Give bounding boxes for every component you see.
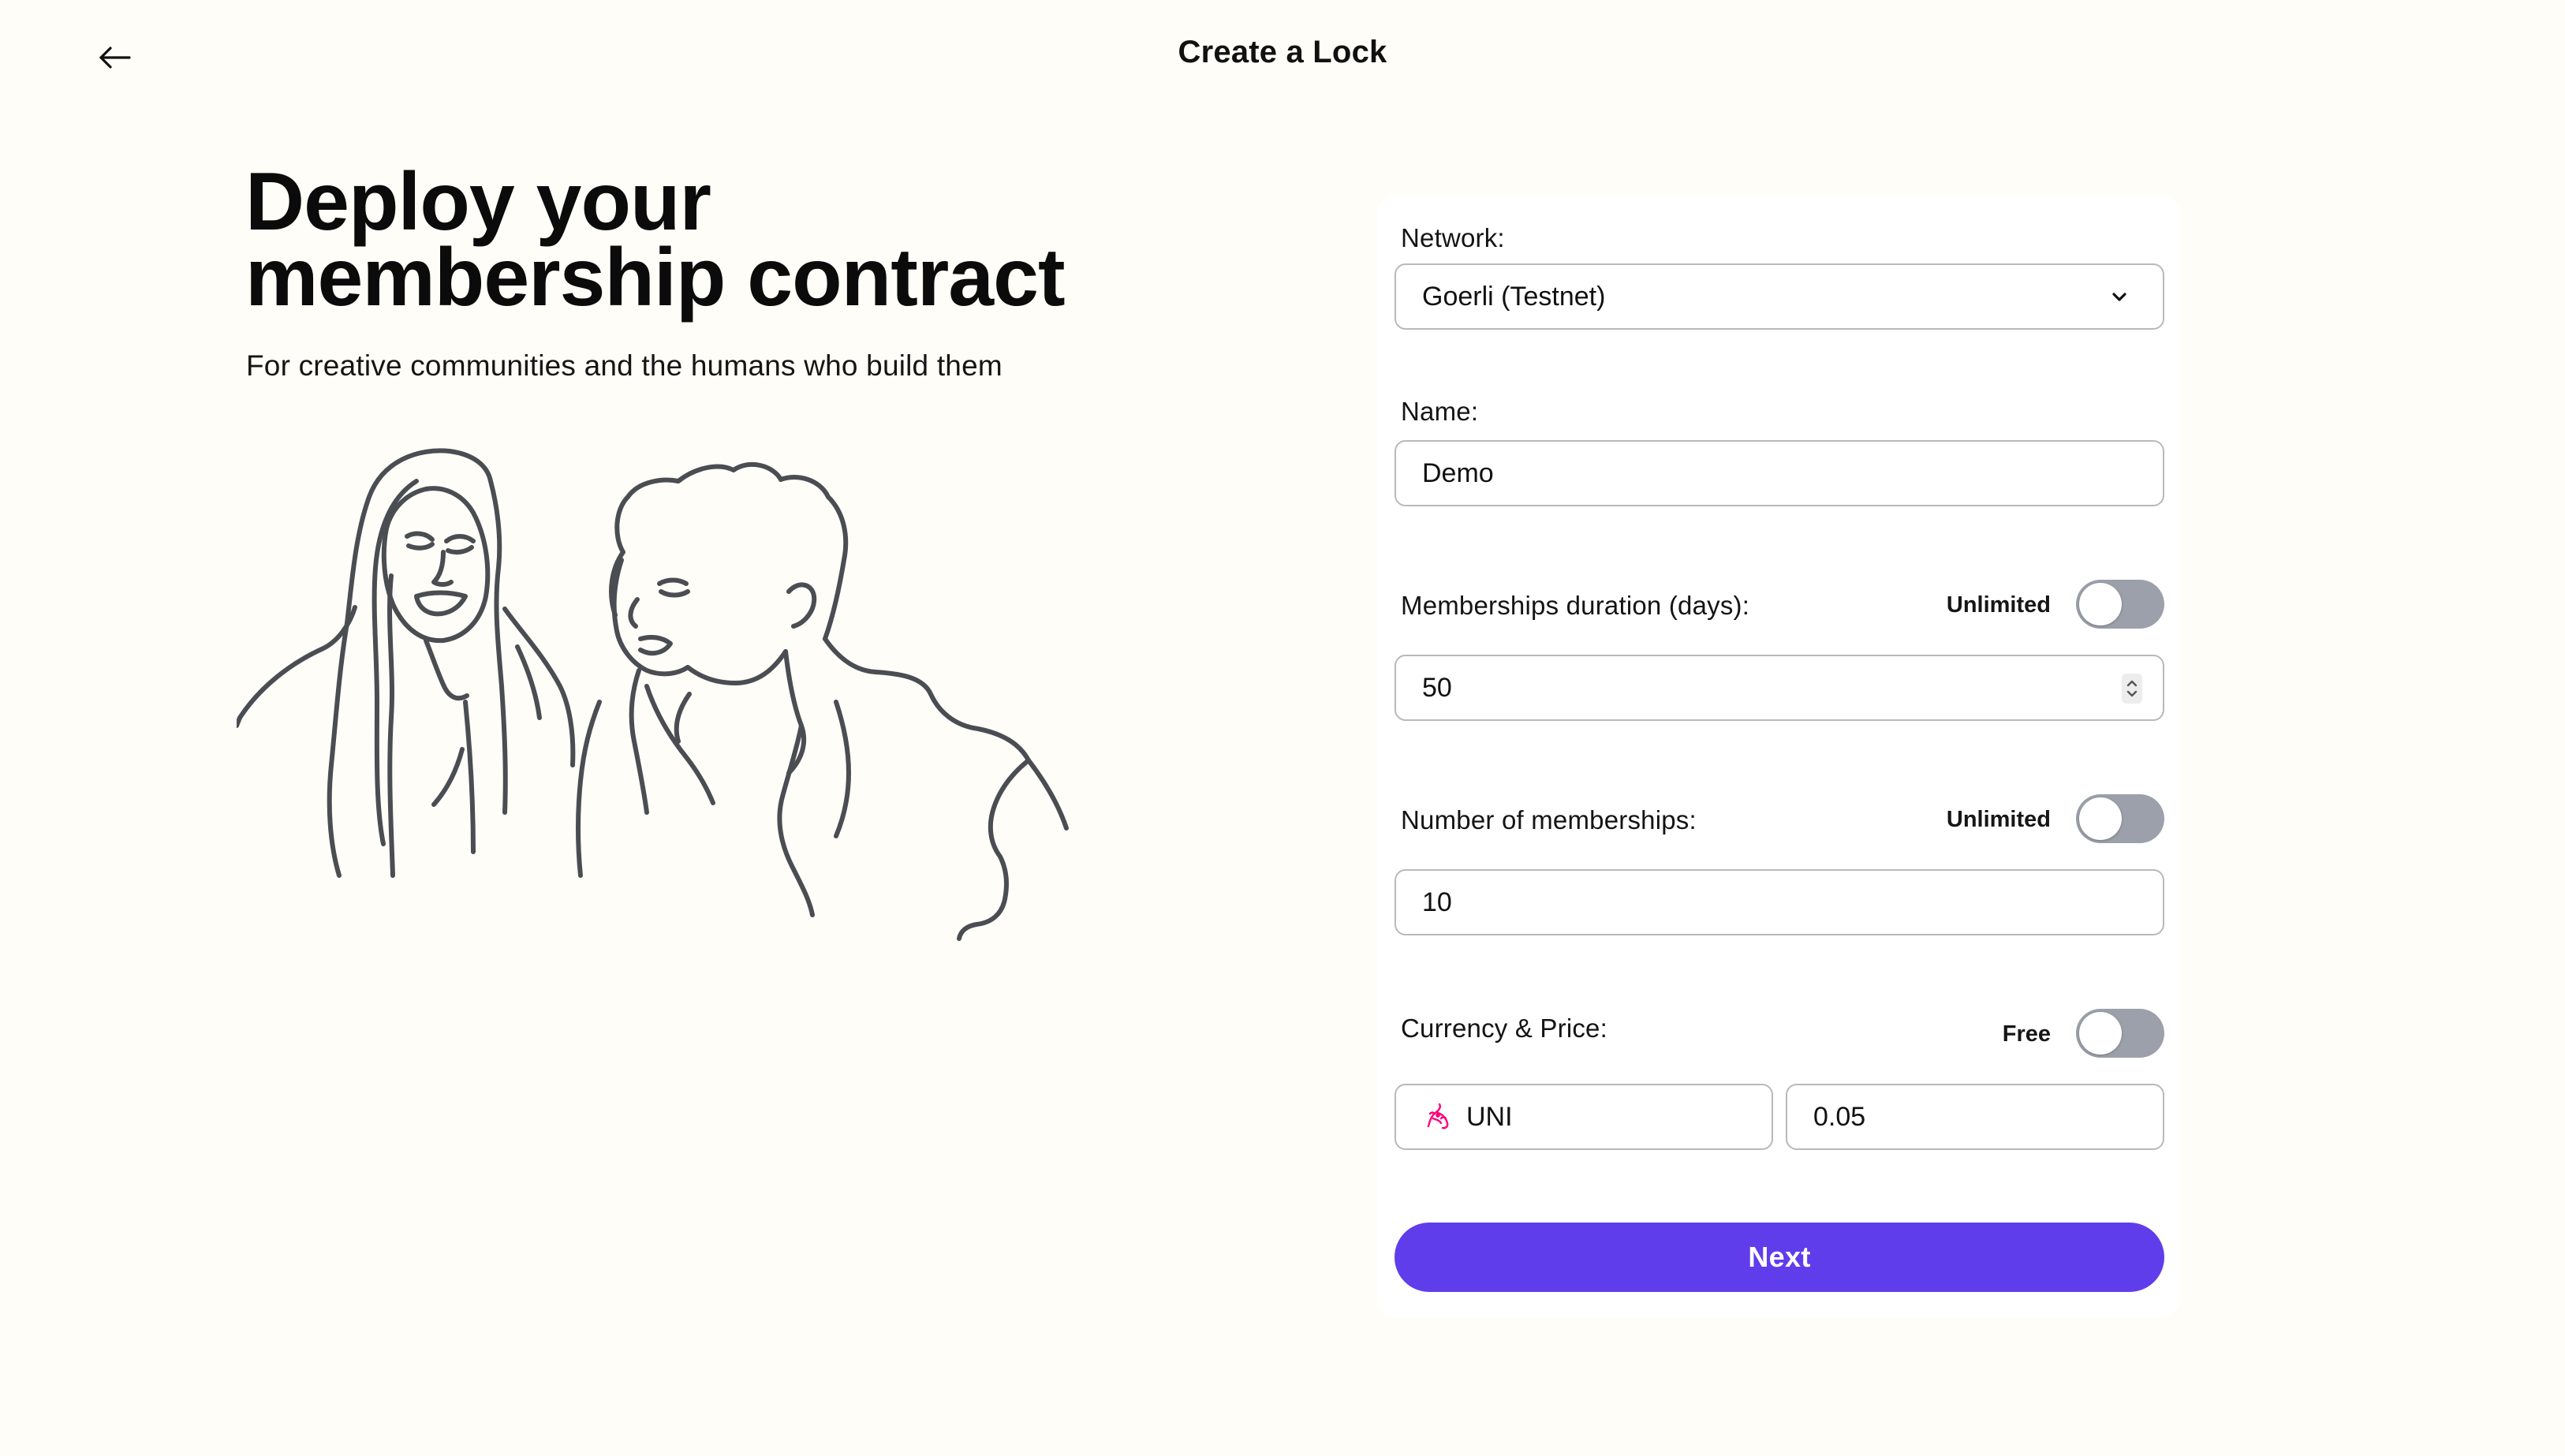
hero-heading: Deploy your membership contract	[245, 156, 1113, 323]
quantity-label: Number of memberships:	[1401, 805, 1697, 834]
duration-unlimited-toggle[interactable]	[2076, 580, 2164, 629]
stepper-arrows-icon	[2126, 680, 2138, 697]
network-label: Network:	[1401, 223, 1505, 252]
number-stepper-icon[interactable]	[2122, 674, 2142, 704]
chevron-down-icon	[2112, 293, 2126, 301]
hero-heading-line-2: membership contract	[245, 232, 1066, 323]
people-line-drawing-icon	[237, 448, 1069, 941]
create-lock-page: Create a Lock Deploy your membership con…	[0, 0, 2565, 1456]
price-label: Currency & Price:	[1401, 1014, 1607, 1043]
quantity-unlimited-label: Unlimited	[1946, 807, 2051, 832]
next-button[interactable]: Next	[1395, 1223, 2164, 1292]
name-input-value: Demo	[1422, 457, 1494, 488]
currency-select[interactable]: UNI	[1395, 1084, 1773, 1150]
price-free-toggle[interactable]	[2076, 1009, 2164, 1058]
duration-label: Memberships duration (days):	[1401, 591, 1750, 620]
duration-input-value: 50	[1422, 672, 1452, 703]
price-input[interactable]: 0.05	[1786, 1084, 2164, 1150]
hero-heading-line-1: Deploy your	[245, 156, 711, 248]
quantity-unlimited-toggle[interactable]	[2076, 794, 2164, 843]
uniswap-unicorn-icon	[1422, 1101, 1454, 1133]
hero-subtitle: For creative communities and the humans …	[246, 349, 1002, 382]
duration-input[interactable]: 50	[1395, 655, 2164, 721]
network-select[interactable]: Goerli (Testnet)	[1395, 263, 2164, 330]
quantity-input-value: 10	[1422, 887, 1452, 917]
toggle-knob	[2079, 583, 2122, 625]
currency-value: UNI	[1466, 1101, 1513, 1132]
toggle-knob	[2079, 797, 2122, 840]
price-input-value: 0.05	[1813, 1101, 1866, 1132]
name-input[interactable]: Demo	[1395, 440, 2164, 506]
name-label: Name:	[1401, 397, 1479, 426]
toggle-knob	[2079, 1012, 2122, 1055]
network-selected-value: Goerli (Testnet)	[1422, 281, 1606, 312]
duration-unlimited-label: Unlimited	[1946, 592, 2051, 618]
page-title: Create a Lock	[1178, 35, 1387, 69]
price-free-label: Free	[2002, 1021, 2051, 1047]
quantity-input[interactable]: 10	[1395, 869, 2164, 935]
